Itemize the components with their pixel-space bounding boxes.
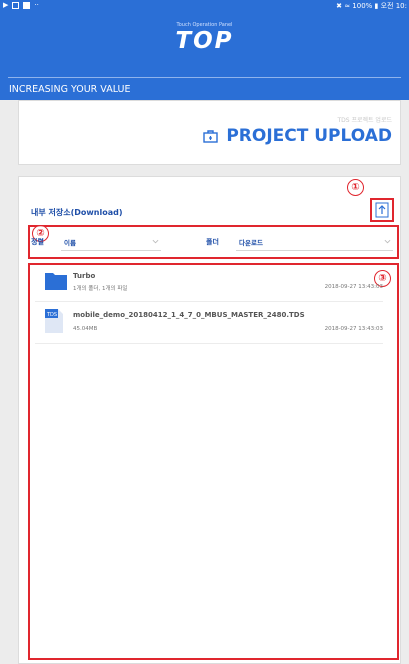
status-bar-left: ▶ ·· xyxy=(3,1,39,9)
folder-label: 폴더 xyxy=(206,238,219,246)
sort-label: 정렬 xyxy=(31,238,44,246)
briefcase-icon xyxy=(203,129,219,143)
project-upload-card[interactable]: TDS 프로젝트 업로드 PROJECT UPLOAD xyxy=(18,100,401,165)
list-item-file[interactable]: TDS mobile_demo_20180412_1_4_7_0_MBUS_MA… xyxy=(35,309,383,337)
upload-card-title: PROJECT UPLOAD xyxy=(226,126,392,146)
video-icon xyxy=(23,1,31,9)
storage-label: 내부 저장소(Download) xyxy=(31,208,123,217)
file-name: Turbo xyxy=(73,272,96,280)
sort-select-value: 이름 xyxy=(64,238,76,247)
upload-icon xyxy=(375,202,389,218)
tds-file-icon: TDS xyxy=(45,309,63,337)
more-icon: ·· xyxy=(34,1,39,9)
chevron-down-icon xyxy=(384,239,391,244)
file-date: 2018-09-27 13:43:03 xyxy=(324,326,383,332)
list-item-folder[interactable]: Turbo 1개의 폴더, 1개의 파일 2018-09-27 13:43:03 xyxy=(35,272,383,298)
file-date: 2018-09-27 13:43:03 xyxy=(324,284,383,290)
upload-card-subtitle: TDS 프로젝트 업로드 xyxy=(337,117,392,124)
gallery-icon xyxy=(12,1,20,9)
file-meta: 1개의 폴더, 1개의 파일 xyxy=(73,286,128,292)
play-icon: ▶ xyxy=(3,1,9,9)
status-bar-right: ✖ ≈ 100% ▮ 오전 10: xyxy=(336,2,407,10)
app-header: Touch Operation Panel TOP INCREASING YOU… xyxy=(0,12,409,100)
file-meta: 45.04MB xyxy=(73,326,98,332)
brand-logo: TOP xyxy=(175,28,234,54)
header-divider xyxy=(8,77,401,78)
folder-select-value: 다운로드 xyxy=(239,238,263,247)
folder-select[interactable]: 다운로드 xyxy=(236,233,393,251)
upload-button[interactable] xyxy=(370,198,394,222)
list-divider xyxy=(35,301,383,302)
status-bar: ▶ ·· ✖ ≈ 100% ▮ 오전 10: xyxy=(0,0,409,12)
filter-row: 정렬 이름 폴더 다운로드 xyxy=(31,231,393,253)
tagline: INCREASING YOUR VALUE xyxy=(9,84,131,95)
list-divider xyxy=(35,343,383,344)
upload-card-title-row: PROJECT UPLOAD xyxy=(203,126,392,146)
sort-select[interactable]: 이름 xyxy=(61,233,161,251)
annotation-marker-1: ① xyxy=(347,179,364,196)
chevron-down-icon xyxy=(152,239,159,244)
file-browser-panel: 내부 저장소(Download) ① ② 정렬 이름 폴더 다운로드 ③ Tur… xyxy=(18,176,401,664)
svg-text:TDS: TDS xyxy=(46,312,57,318)
folder-icon xyxy=(45,270,67,294)
file-name: mobile_demo_20180412_1_4_7_0_MBUS_MASTER… xyxy=(73,311,305,319)
